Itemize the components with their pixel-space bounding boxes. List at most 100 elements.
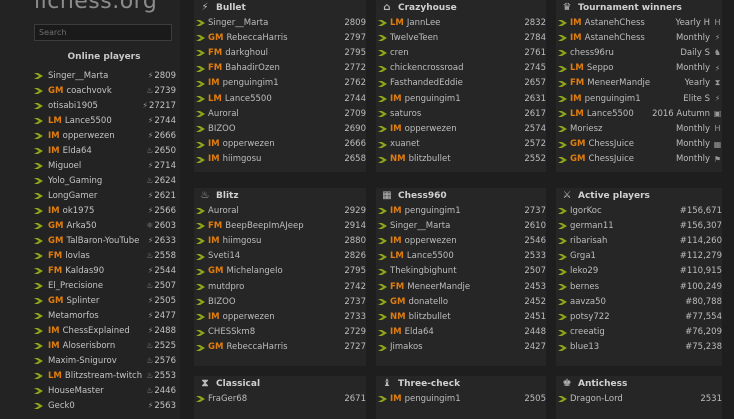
online-player-row[interactable]: IM opperwezen ⚡ 2666 <box>34 128 176 143</box>
player-link[interactable]: FM MeneerMandje <box>570 78 685 88</box>
leaderboard-row[interactable]: GM RebeccaHarris 2797 <box>194 30 366 45</box>
leaderboard-row[interactable]: german11 #156,307 <box>556 218 722 233</box>
player-link[interactable]: Miguoel <box>48 161 142 171</box>
player-link[interactable]: aavza50 <box>570 297 685 307</box>
player-link[interactable]: Metamorfos <box>48 311 142 321</box>
leaderboard-row[interactable]: Sveti14 2826 <box>194 249 366 264</box>
player-link[interactable]: GM Arka50 <box>48 221 142 231</box>
player-link[interactable]: Auroral <box>208 109 344 119</box>
leaderboard-row[interactable]: IgorKoc #156,671 <box>556 203 722 218</box>
leaderboard-row[interactable]: xuanet 2572 <box>376 137 546 152</box>
leaderboard-row[interactable]: IM penguingim1 2737 <box>376 203 546 218</box>
online-player-row[interactable]: Singer__Marta ⚡ 2809 <box>34 68 176 83</box>
leaderboard-row[interactable]: aavza50 #80,788 <box>556 294 722 309</box>
player-link[interactable]: IM Elda64 <box>48 146 142 156</box>
leaderboard-row[interactable]: leko29 #110,915 <box>556 264 722 279</box>
player-link[interactable]: GM MichelangeIo <box>208 266 344 276</box>
player-link[interactable]: creeatig <box>570 327 685 337</box>
player-link[interactable]: Singer__Marta <box>48 71 142 81</box>
leaderboard-row[interactable]: Jimakos 2427 <box>376 340 546 355</box>
leaderboard-row[interactable]: FM BeepBeepImAJeep 2914 <box>194 218 366 233</box>
player-link[interactable]: IgorKoc <box>570 206 680 216</box>
leaderboard-row[interactable]: FraGer68 2671 <box>194 391 366 406</box>
leaderboard-row[interactable]: BIZOO 2737 <box>194 294 366 309</box>
leaderboard-row[interactable]: IM penguingim1 Elite S ⚡ <box>556 91 722 106</box>
player-link[interactable]: FraGer68 <box>208 394 344 404</box>
player-link[interactable]: german11 <box>570 221 680 231</box>
player-link[interactable]: bernes <box>570 282 680 292</box>
leaderboard-row[interactable]: FasthandedEddie 2657 <box>376 76 546 91</box>
leaderboard-row[interactable]: Thekingbighunt 2507 <box>376 264 546 279</box>
player-link[interactable]: IM penguingim1 <box>390 394 524 404</box>
player-link[interactable]: GM RebeccaHarris <box>208 342 344 352</box>
leaderboard-row[interactable]: Singer__Marta 2809 <box>194 15 366 30</box>
panel-header[interactable]: ⚔ Active players <box>556 188 722 203</box>
online-player-row[interactable]: Yolo_Gaming ♨ 2624 <box>34 173 176 188</box>
leaderboard-row[interactable]: FM darkghoul 2795 <box>194 45 366 60</box>
panel-header[interactable]: ▦ Chess960 <box>376 188 546 203</box>
panel-header[interactable]: ♨ Blitz <box>194 188 366 203</box>
leaderboard-row[interactable]: FM BahadirOzen 2772 <box>194 61 366 76</box>
leaderboard-row[interactable]: GM donatello 2452 <box>376 294 546 309</box>
online-player-row[interactable]: Miguoel ⚡ 2714 <box>34 158 176 173</box>
player-link[interactable]: Singer__Marta <box>208 18 344 28</box>
player-link[interactable]: FM BeepBeepImAJeep <box>208 221 344 231</box>
player-link[interactable]: GM ChessJuice <box>570 154 676 164</box>
player-link[interactable]: FasthandedEddie <box>390 78 524 88</box>
player-link[interactable]: otisabi1905 <box>48 101 142 111</box>
player-link[interactable]: chess96ru <box>570 48 680 58</box>
leaderboard-row[interactable]: IM opperwezen 2733 <box>194 309 366 324</box>
leaderboard-row[interactable]: LM Lance5500 2016 Autumn ▣ <box>556 106 722 121</box>
leaderboard-row[interactable]: FM MeneerMandje 2453 <box>376 279 546 294</box>
player-link[interactable]: Jimakos <box>390 342 524 352</box>
player-link[interactable]: Geck0 <box>48 401 142 411</box>
player-link[interactable]: LM Blitzstream-twitch <box>48 371 142 381</box>
leaderboard-row[interactable]: Moriesz Monthly H <box>556 121 722 136</box>
player-link[interactable]: GM RebeccaHarris <box>208 33 344 43</box>
player-link[interactable]: IM hiimgosu <box>208 236 344 246</box>
leaderboard-row[interactable]: NM blitzbullet 2552 <box>376 152 546 167</box>
panel-header[interactable]: ⧗ Classical <box>194 376 366 391</box>
player-link[interactable]: LM Lance5500 <box>390 251 524 261</box>
leaderboard-row[interactable]: LM JannLee 2832 <box>376 15 546 30</box>
leaderboard-row[interactable]: chess96ru Daily S ♞ <box>556 45 722 60</box>
panel-header[interactable]: ⚡ Bullet <box>194 0 366 15</box>
online-player-row[interactable]: GM TalBaron-YouTube ⚡ 2633 <box>34 233 176 248</box>
leaderboard-row[interactable]: IM opperwezen 2574 <box>376 121 546 136</box>
leaderboard-row[interactable]: GM ChessJuice Monthly ⚑ <box>556 152 722 167</box>
player-link[interactable]: Maxim-Snigurov <box>48 356 142 366</box>
player-link[interactable]: LM Lance5500 <box>48 116 142 126</box>
online-player-row[interactable]: GM coachvovk ♨ 2739 <box>34 83 176 98</box>
leaderboard-row[interactable]: FM MeneerMandje Yearly ⧗ <box>556 76 722 91</box>
online-player-row[interactable]: LM Blitzstream-twitch ♨ 2553 <box>34 368 176 383</box>
player-link[interactable]: FM darkghoul <box>208 48 344 58</box>
player-link[interactable]: Sveti14 <box>208 251 344 261</box>
leaderboard-row[interactable]: Grga1 #112,279 <box>556 249 722 264</box>
online-player-row[interactable]: Geck0 ⚡ 2563 <box>34 398 176 413</box>
player-link[interactable]: blue13 <box>570 342 685 352</box>
online-player-row[interactable]: otisabi1905 ⚡ 27217 <box>34 98 176 113</box>
player-link[interactable]: leko29 <box>570 266 680 276</box>
leaderboard-row[interactable]: IM penguingim1 2505 <box>376 391 546 406</box>
player-link[interactable]: IM penguingim1 <box>570 94 683 104</box>
player-link[interactable]: mutdpro <box>208 282 344 292</box>
player-link[interactable]: HouseMaster <box>48 386 142 396</box>
player-link[interactable]: chickencrossroad <box>390 63 524 73</box>
player-link[interactable]: FM MeneerMandje <box>390 282 524 292</box>
player-link[interactable]: Auroral <box>208 206 344 216</box>
player-link[interactable]: IM opperwezen <box>390 124 524 134</box>
player-link[interactable]: IM ok1975 <box>48 206 142 216</box>
online-player-row[interactable]: GM Splinter ⚡ 2505 <box>34 293 176 308</box>
player-link[interactable]: FM Kaldas90 <box>48 266 142 276</box>
leaderboard-row[interactable]: GM ChessJuice Monthly ▦ <box>556 137 722 152</box>
leaderboard-row[interactable]: LM Lance5500 2533 <box>376 249 546 264</box>
player-link[interactable]: LM Seppo <box>570 63 676 73</box>
panel-header[interactable]: ♚ Antichess <box>556 376 722 391</box>
player-link[interactable]: IM hiimgosu <box>208 154 344 164</box>
player-link[interactable]: LM Lance5500 <box>208 94 344 104</box>
leaderboard-row[interactable]: cren 2761 <box>376 45 546 60</box>
player-link[interactable]: Dragon-Lord <box>570 394 700 404</box>
leaderboard-row[interactable]: IM AstanehChess Monthly ⚡ <box>556 30 722 45</box>
player-link[interactable]: LongGamer <box>48 191 142 201</box>
player-link[interactable]: CHESSkm8 <box>208 327 344 337</box>
